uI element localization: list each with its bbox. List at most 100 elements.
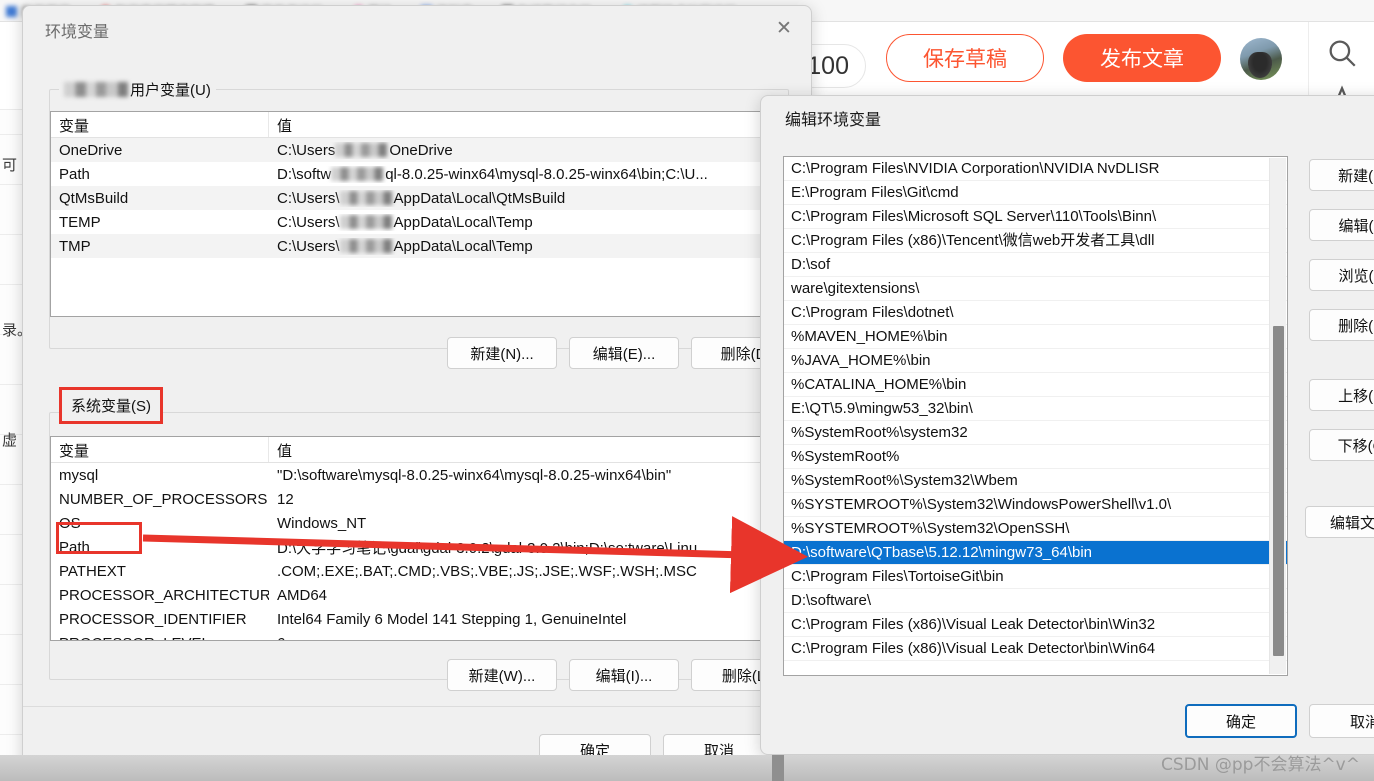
user-variables-rows[interactable]: OneDrive C:\Users OneDrive Path D:\softw ql-8… — [51, 138, 783, 258]
variable-value-cell: C:\Users OneDrive — [277, 141, 453, 159]
environment-variables-dialog[interactable]: 环境变量 ✕ 用户变量(U) 变量 值 OneDrive C:\Users OneD… — [22, 5, 813, 772]
system-variables-group-label: 系统变量(S) — [59, 387, 163, 424]
path-entry[interactable]: E:\QT\5.9\mingw53_32\bin\ — [784, 397, 1287, 421]
dialog-title: 环境变量 — [45, 24, 110, 41]
path-entry[interactable]: %SystemRoot%\System32\Wbem — [784, 469, 1287, 493]
variable-value-cell: "D:\software\mysql-8.0.25-winx64\mysql-8… — [277, 466, 672, 484]
variable-value-cell: D:\大学学习笔记\gdal\gdal-3.0.2\gdal-3.0.2\bin… — [277, 539, 710, 557]
variable-name-cell: PROCESSOR_IDENTIFIER — [59, 610, 247, 628]
table-row[interactable]: OS Windows_NT — [51, 511, 783, 535]
table-row[interactable]: TMP C:\Users\ AppData\Local\Temp — [51, 234, 783, 258]
system-variables-rows[interactable]: mysql "D:\software\mysql-8.0.25-winx64\my… — [51, 463, 783, 641]
path-entry[interactable]: ware\gitextensions\ — [784, 277, 1287, 301]
system-col-value: 值 — [277, 443, 293, 460]
table-row[interactable]: QtMsBuild C:\Users\ AppData\Local\QtMsBuil… — [51, 186, 783, 210]
avatar[interactable] — [1240, 38, 1282, 80]
path-entry[interactable]: %SystemRoot%\system32 — [784, 421, 1287, 445]
user-edit-button[interactable]: 编辑(E)... — [569, 337, 679, 369]
path-list-scroll-thumb[interactable] — [1273, 326, 1284, 656]
table-row[interactable]: OneDrive C:\Users OneDrive — [51, 138, 783, 162]
table-row[interactable]: mysql "D:\software\mysql-8.0.25-winx64\my… — [51, 463, 783, 487]
path-entry[interactable]: %CATALINA_HOME%\bin — [784, 373, 1287, 397]
search-icon[interactable] — [1325, 36, 1359, 70]
masked-username — [64, 82, 128, 97]
edit-edit-button[interactable]: 编辑(E — [1309, 209, 1374, 241]
variable-value-cell: C:\Users\ AppData\Local\QtMsBuild — [277, 189, 566, 207]
variable-name-cell: PROCESSOR_ARCHITECTURE — [59, 586, 269, 604]
variable-value-cell: Intel64 Family 6 Model 141 Stepping 1, G… — [277, 610, 627, 628]
edit-environment-variable-dialog[interactable]: 编辑环境变量 C:\Program Files\NVIDIA Corporati… — [760, 95, 1374, 755]
variable-name-cell: Path — [59, 165, 90, 183]
table-row[interactable]: PROCESSOR_IDENTIFIER Intel64 Family 6 Mod… — [51, 607, 783, 631]
variable-value-cell: 12 — [277, 490, 294, 508]
masked-text — [335, 142, 388, 157]
variable-name-cell: NUMBER_OF_PROCESSORS — [59, 490, 268, 508]
user-col-variable: 变量 — [51, 112, 269, 137]
path-entry[interactable]: C:\Program Files\TortoiseGit\bin — [784, 565, 1287, 589]
path-entry[interactable]: D:\software\ — [784, 589, 1287, 613]
path-entry[interactable]: %SYSTEMROOT%\System32\WindowsPowerShell\… — [784, 493, 1287, 517]
edit-delete-button[interactable]: 删除(D — [1309, 309, 1374, 341]
table-row[interactable]: PATHEXT .COM;.EXE;.BAT;.CMD;.VBS;.VBE;.JS… — [51, 559, 783, 583]
variable-value-cell: C:\Users\ AppData\Local\Temp — [277, 237, 533, 255]
path-entry[interactable]: C:\Program Files (x86)\Visual Leak Detec… — [784, 637, 1287, 661]
user-variables-group-label: 用户变量(U) — [59, 79, 216, 100]
table-row[interactable]: PROCESSOR_LEVEL6 — [51, 631, 783, 641]
edit-ok-button[interactable]: 确定 — [1185, 704, 1297, 738]
path-entry[interactable]: C:\Program Files\dotnet\ — [784, 301, 1287, 325]
path-entry[interactable]: E:\Program Files\Git\cmd — [784, 181, 1287, 205]
table-row[interactable]: PROCESSOR_ARCHITECTURE AMD64 — [51, 583, 783, 607]
edit-movedown-button[interactable]: 下移(O — [1309, 429, 1374, 461]
save-draft-button[interactable]: 保存草稿 — [886, 34, 1044, 82]
path-row-highlight-box — [56, 522, 142, 554]
variable-name-cell: TMP — [59, 237, 91, 255]
path-entry[interactable]: C:\Program Files\Microsoft SQL Server\11… — [784, 205, 1287, 229]
variable-value-cell: C:\Users\ AppData\Local\Temp — [277, 213, 533, 231]
edit-text-button[interactable]: 编辑文本 — [1305, 506, 1374, 538]
close-icon[interactable]: ✕ — [769, 14, 799, 42]
user-col-value: 值 — [277, 118, 293, 135]
masked-text — [339, 238, 392, 253]
taskbar-notch — [772, 755, 784, 781]
path-entry[interactable]: C:\Program Files\NVIDIA Corporation\NVID… — [784, 157, 1287, 181]
variable-value-cell: Windows_NT — [277, 514, 367, 532]
path-entry[interactable]: C:\Program Files (x86)\Tencent\微信web开发者工… — [784, 229, 1287, 253]
variable-name-cell: OneDrive — [59, 141, 123, 159]
path-entry[interactable]: %SYSTEMROOT%\System32\OpenSSH\ — [784, 517, 1287, 541]
table-row[interactable]: Path D:\大学学习笔记\gdal\gdal-3.0.2\gdal-3.0.2… — [51, 535, 783, 559]
path-entry[interactable]: %SystemRoot% — [784, 445, 1287, 469]
system-variables-header: 变量 值 — [51, 437, 783, 463]
variable-name-cell: PROCESSOR_LEVEL — [51, 635, 269, 641]
edit-browse-button[interactable]: 浏览(B — [1309, 259, 1374, 291]
path-entry[interactable]: %MAVEN_HOME%\bin — [784, 325, 1287, 349]
variable-value-cell: .COM;.EXE;.BAT;.CMD;.VBS;.VBE;.JS;.JSE;.… — [277, 562, 697, 580]
path-entry[interactable]: %JAVA_HOME%\bin — [784, 349, 1287, 373]
path-entries-rows[interactable]: C:\Program Files\NVIDIA Corporation\NVID… — [784, 157, 1287, 661]
user-variables-list[interactable]: 变量 值 OneDrive C:\Users OneDrive Path D:\soft… — [50, 111, 784, 317]
user-variables-header: 变量 值 — [51, 112, 783, 138]
footer-divider — [23, 706, 813, 707]
system-new-button[interactable]: 新建(W)... — [447, 659, 557, 691]
path-list-scrollbar[interactable] — [1269, 158, 1286, 674]
path-entries-list[interactable]: C:\Program Files\NVIDIA Corporation\NVID… — [783, 156, 1288, 676]
publish-article-button[interactable]: 发布文章 — [1063, 34, 1221, 82]
user-new-button[interactable]: 新建(N)... — [447, 337, 557, 369]
variable-name-cell: TEMP — [59, 213, 101, 231]
table-row[interactable]: TEMP C:\Users\ AppData\Local\Temp — [51, 210, 783, 234]
edit-new-button[interactable]: 新建(N — [1309, 159, 1374, 191]
system-variables-list[interactable]: 变量 值 mysql "D:\software\mysql-8.0.25-winx… — [50, 436, 784, 641]
table-row[interactable]: Path D:\softw ql-8.0.25-winx64\mysql-8.0.2… — [51, 162, 783, 186]
masked-text — [339, 190, 392, 205]
path-entry[interactable]: C:\Program Files (x86)\Visual Leak Detec… — [784, 613, 1287, 637]
table-row[interactable]: NUMBER_OF_PROCESSORS 12 — [51, 487, 783, 511]
path-entry[interactable]: D:\sof — [784, 253, 1287, 277]
edit-dialog-title: 编辑环境变量 — [785, 112, 882, 129]
edit-moveup-button[interactable]: 上移(U — [1309, 379, 1374, 411]
bookmark-favicon-icon — [6, 5, 17, 17]
masked-text — [331, 166, 384, 181]
edit-cancel-button[interactable]: 取消 — [1309, 704, 1374, 738]
path-entry-selected[interactable]: D:\software\QTbase\5.12.12\mingw73_64\bi… — [784, 541, 1287, 565]
system-edit-button[interactable]: 编辑(I)... — [569, 659, 679, 691]
variable-name-cell: PATHEXT — [59, 562, 126, 580]
variable-value-cell: 6 — [269, 635, 783, 641]
